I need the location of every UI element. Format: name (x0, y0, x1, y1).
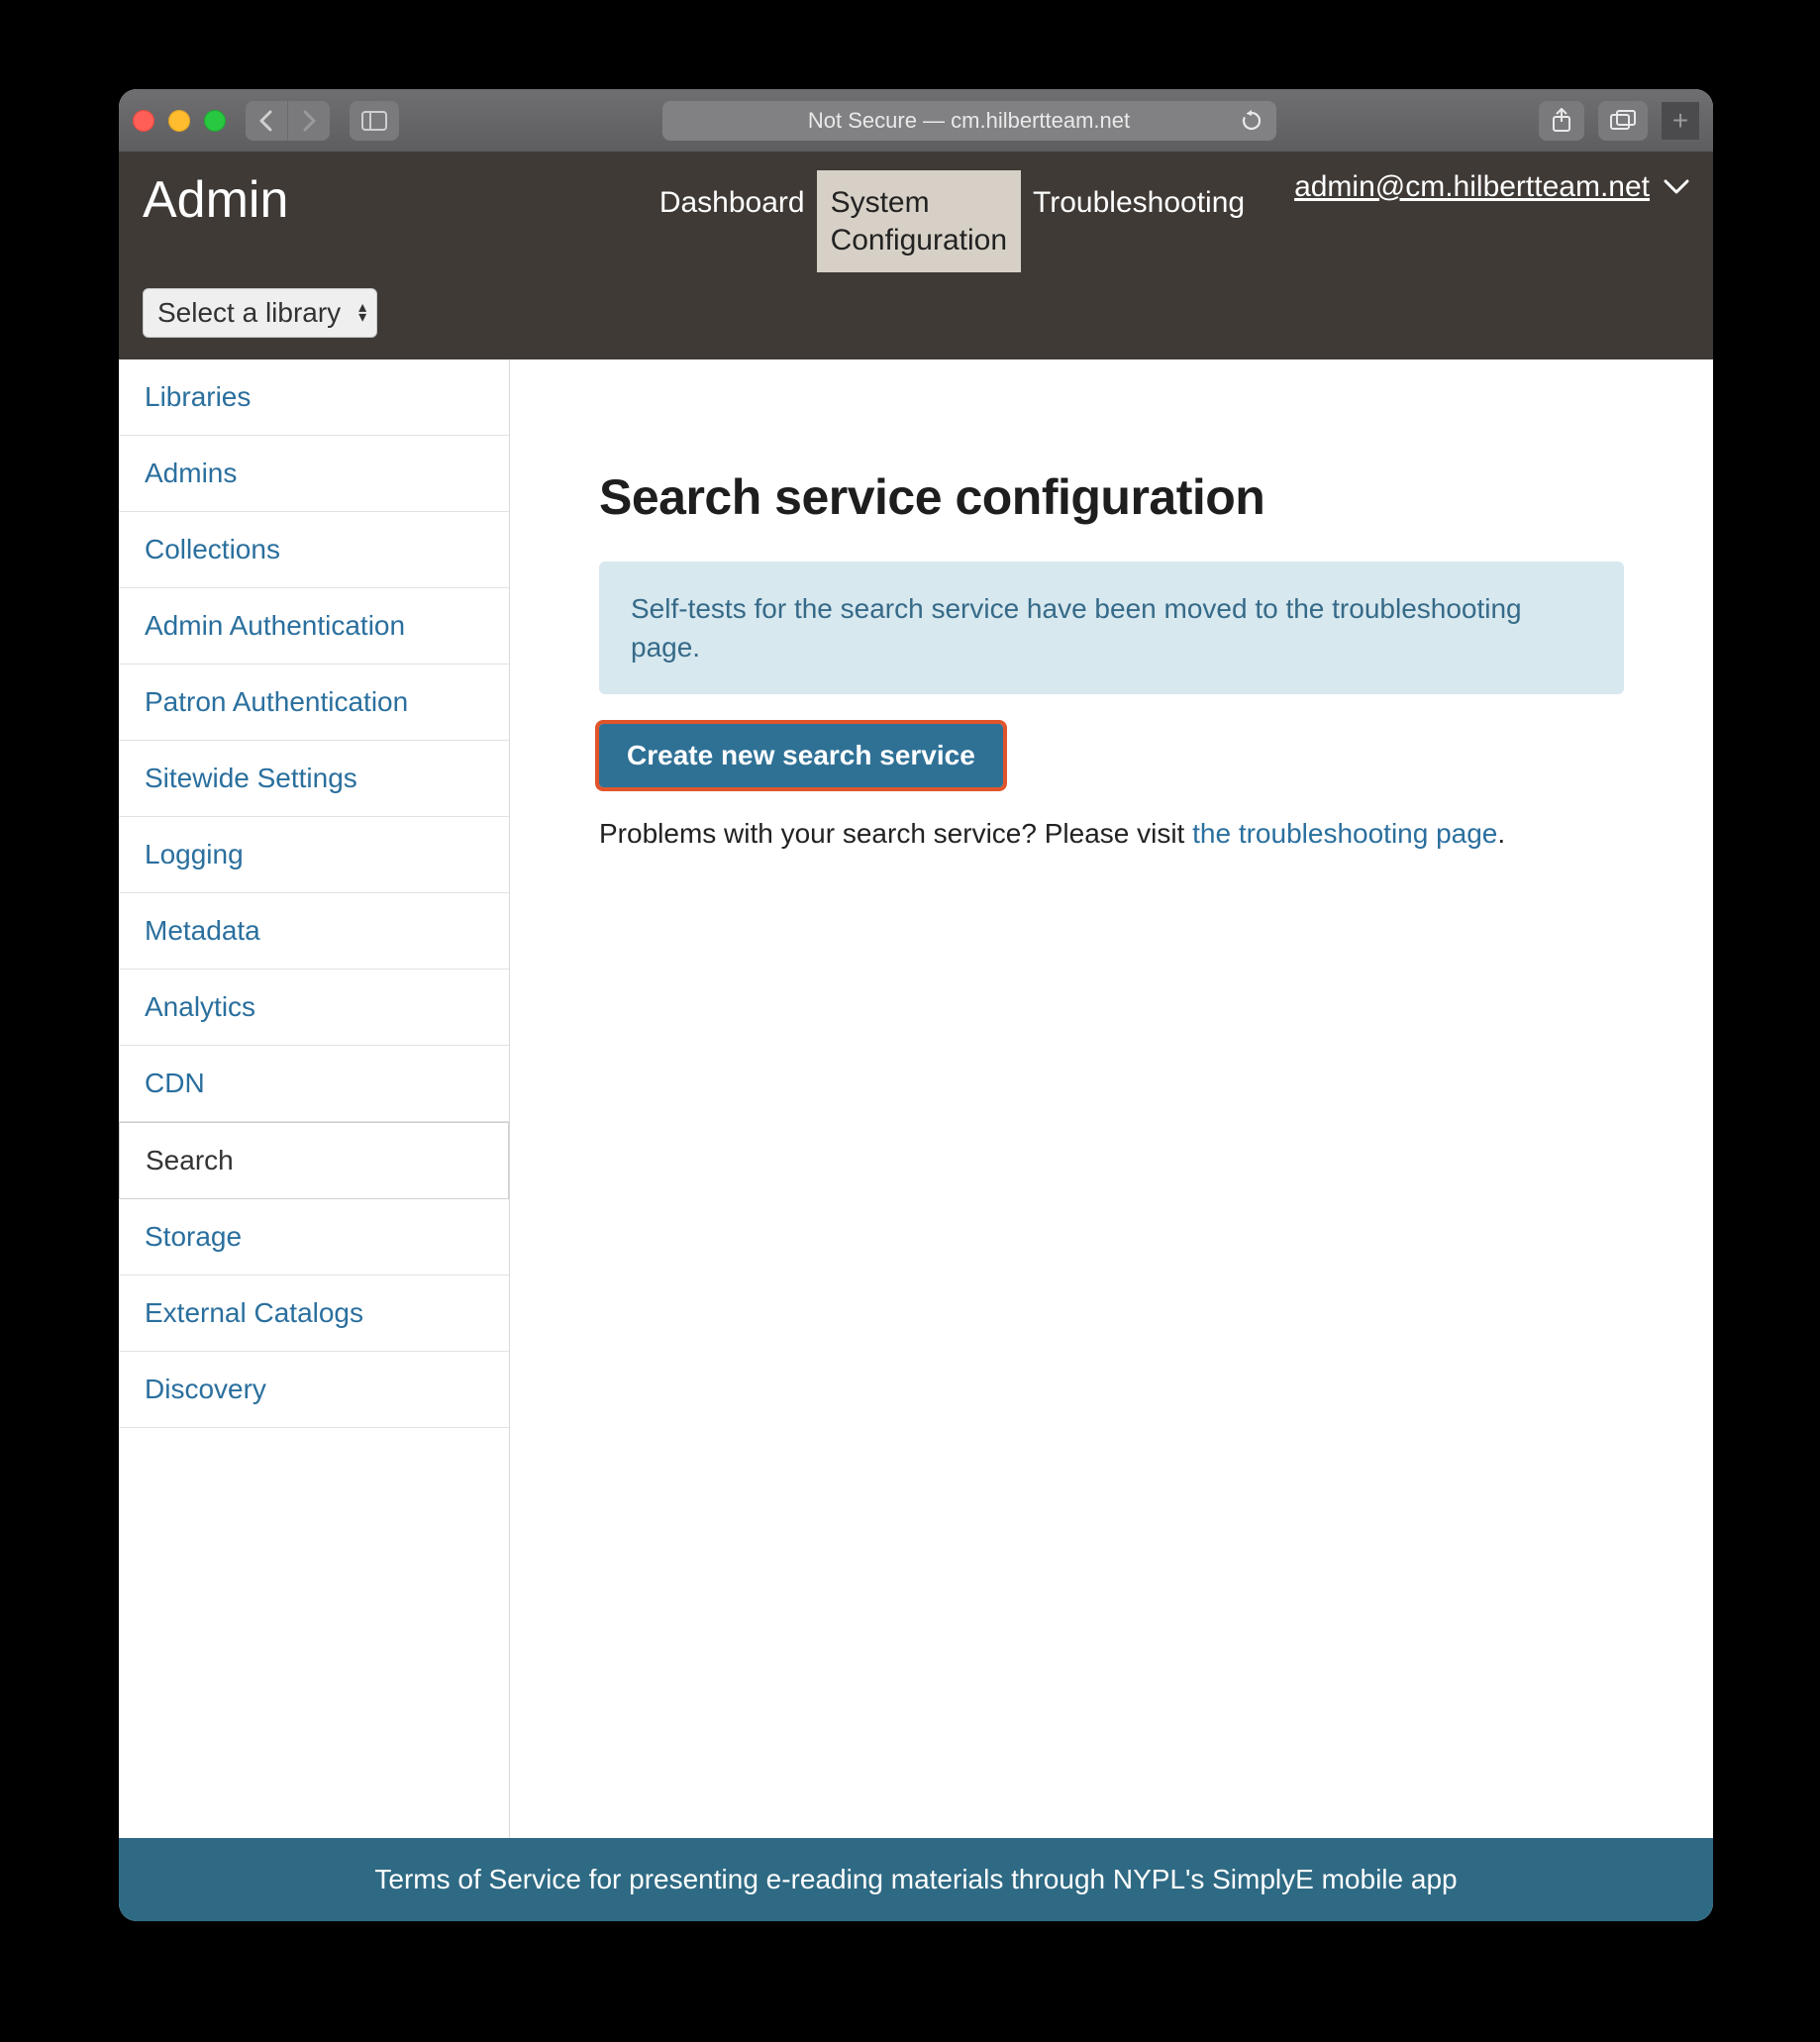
sidebar: LibrariesAdminsCollectionsAdmin Authenti… (119, 359, 510, 1838)
nav-dashboard[interactable]: Dashboard (648, 170, 817, 236)
sidebar-item-analytics[interactable]: Analytics (119, 970, 509, 1046)
reload-icon (1241, 110, 1263, 132)
nav-system-configuration-line2: Configuration (831, 222, 1007, 259)
sidebar-item-admins[interactable]: Admins (119, 436, 509, 512)
library-select-label: Select a library (157, 297, 341, 329)
library-select[interactable]: Select a library ▴▾ (143, 288, 377, 338)
reload-button[interactable] (1241, 110, 1263, 132)
nav-back-button[interactable] (246, 101, 287, 141)
troubleshooting-link[interactable]: the troubleshooting page (1192, 818, 1497, 849)
sidebar-item-admin-authentication[interactable]: Admin Authentication (119, 588, 509, 664)
sidebar-item-discovery[interactable]: Discovery (119, 1352, 509, 1428)
app-area: Admin Dashboard System Configuration Tro… (119, 153, 1713, 1921)
chevron-left-icon (257, 110, 275, 132)
info-banner: Self-tests for the search service have b… (599, 562, 1624, 694)
safari-toolbar: Not Secure — cm.hilbertteam.net (119, 89, 1713, 153)
sidebar-item-patron-authentication[interactable]: Patron Authentication (119, 664, 509, 741)
app-title: Admin (143, 170, 288, 230)
user-nav: admin@cm.hilbertteam.net (1294, 170, 1689, 204)
browser-window: Not Secure — cm.hilbertteam.net (119, 89, 1713, 1921)
user-email-link[interactable]: admin@cm.hilbertteam.net (1294, 170, 1650, 204)
plus-icon: + (1672, 105, 1688, 137)
nav-forward-button[interactable] (287, 101, 330, 141)
nav-back-forward-group (246, 101, 330, 141)
sidebar-item-sitewide-settings[interactable]: Sitewide Settings (119, 741, 509, 817)
tabs-icon (1610, 110, 1636, 132)
problems-text: Problems with your search service? Pleas… (599, 813, 1624, 855)
sidebar-toggle-button[interactable] (350, 101, 399, 141)
window-zoom-button[interactable] (204, 110, 226, 132)
content-row: LibrariesAdminsCollectionsAdmin Authenti… (119, 359, 1713, 1838)
app-footer[interactable]: Terms of Service for presenting e-readin… (119, 1838, 1713, 1921)
nav-troubleshooting[interactable]: Troubleshooting (1021, 170, 1257, 236)
window-minimize-button[interactable] (168, 110, 190, 132)
address-bar[interactable]: Not Secure — cm.hilbertteam.net (662, 101, 1276, 141)
nav-system-configuration-line1: System (831, 184, 1007, 222)
new-tab-button[interactable]: + (1662, 102, 1699, 140)
sidebar-item-external-catalogs[interactable]: External Catalogs (119, 1276, 509, 1352)
chevron-down-icon (1664, 179, 1689, 195)
app-header: Admin Dashboard System Configuration Tro… (119, 153, 1713, 359)
sidebar-item-metadata[interactable]: Metadata (119, 893, 509, 970)
select-arrows-icon: ▴▾ (358, 303, 366, 323)
window-close-button[interactable] (133, 110, 154, 132)
top-nav: Dashboard System Configuration Troublesh… (648, 170, 1257, 272)
nav-system-configuration[interactable]: System Configuration (817, 170, 1021, 272)
share-icon (1551, 108, 1572, 134)
tabs-button[interactable] (1598, 101, 1648, 141)
sidebar-item-collections[interactable]: Collections (119, 512, 509, 588)
main-pane: Search service configuration Self-tests … (510, 359, 1713, 1838)
user-menu-toggle[interactable] (1664, 179, 1689, 195)
problems-prefix: Problems with your search service? Pleas… (599, 818, 1192, 849)
sidebar-icon (361, 111, 387, 131)
address-text: Not Secure — cm.hilbertteam.net (808, 108, 1130, 134)
problems-suffix: . (1497, 818, 1505, 849)
sidebar-item-cdn[interactable]: CDN (119, 1046, 509, 1122)
sidebar-item-libraries[interactable]: Libraries (119, 359, 509, 436)
chevron-right-icon (300, 110, 318, 132)
sidebar-item-storage[interactable]: Storage (119, 1199, 509, 1276)
share-button[interactable] (1539, 101, 1584, 141)
sidebar-item-search[interactable]: Search (119, 1122, 509, 1199)
create-search-service-button[interactable]: Create new search service (599, 724, 1003, 787)
window-traffic-lights (133, 110, 226, 132)
sidebar-item-logging[interactable]: Logging (119, 817, 509, 893)
page-title: Search service configuration (599, 468, 1624, 526)
